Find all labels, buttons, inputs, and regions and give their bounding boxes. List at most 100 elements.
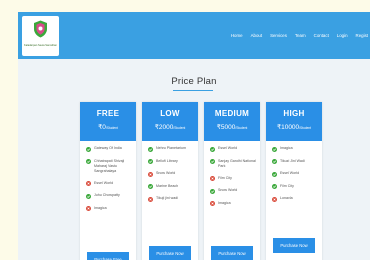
feature-text: Essel World <box>218 146 238 150</box>
plan-name: LOW <box>160 109 180 118</box>
shield-logo-icon <box>34 20 47 38</box>
cross-circle-icon <box>86 206 91 211</box>
feature-text: Imagica <box>280 146 293 150</box>
feature-item: Marine Beach <box>148 183 196 189</box>
feature-item: Film City <box>272 183 320 189</box>
feature-item: Juhu Chowpatty <box>86 193 134 199</box>
nav-link-team[interactable]: Team <box>295 33 306 38</box>
cross-circle-icon <box>148 196 153 202</box>
feature-item: Snow World <box>210 188 258 194</box>
feature-text: Gateway Of India <box>94 146 122 150</box>
feature-item: Tikuzi Jini Wadi <box>272 158 320 164</box>
feature-text: Marine Beach <box>156 183 179 188</box>
nav-link-services[interactable]: Services <box>270 33 287 38</box>
cross-circle-icon <box>86 181 91 186</box>
feature-list: Imagica Tikuzi Jini Wadi Essel World Film C… <box>272 146 320 209</box>
plan-price: ₹5000/Student <box>204 123 260 131</box>
feature-text: Essel World <box>280 171 300 175</box>
feature-text: Bellofi Library <box>156 158 178 163</box>
feature-item: Bellofi Library <box>148 158 196 164</box>
page: Kaladarpan Sewa Samsthan Home About Serv… <box>18 12 370 260</box>
cross-circle-icon <box>210 201 215 206</box>
feature-text: Imagica <box>94 205 107 210</box>
page-title: Price Plan <box>171 76 217 87</box>
feature-text: Chhatrapati Shivaji Maharaj Vastu Sangra… <box>94 158 125 173</box>
plan-name: HIGH <box>283 109 305 118</box>
feature-item: Chhatrapati Shivaji Maharaj Vastu Sangra… <box>86 159 134 174</box>
nav-links: Home About Services Team Contact Login R… <box>231 29 370 41</box>
plan-name: MEDIUM <box>214 109 250 118</box>
card-header: FREE ₹0/Student <box>80 102 136 141</box>
feature-item: Nehru Planetarium <box>148 146 196 152</box>
feature-item: Essel World <box>210 146 258 152</box>
price-value: ₹0 <box>98 124 106 131</box>
nav-link-register[interactable]: Regist <box>356 33 368 38</box>
nav-link-contact[interactable]: Contact <box>314 33 329 38</box>
plan-price: ₹0/Student <box>80 123 136 131</box>
plan-name: FREE <box>96 109 120 118</box>
check-circle-icon <box>210 188 215 194</box>
feature-text: Sanjay Gandhi National Park <box>218 158 256 168</box>
feature-text: Essel World <box>94 180 114 185</box>
cross-circle-icon <box>272 196 277 202</box>
feature-item: Imagica <box>210 200 258 206</box>
check-circle-icon <box>272 146 277 152</box>
nav-link-about[interactable]: About <box>251 33 262 38</box>
check-circle-icon <box>272 159 277 164</box>
feature-text: Film City <box>218 175 232 180</box>
price-suffix: /Student <box>299 126 312 130</box>
feature-item: Snow World <box>148 171 196 177</box>
plan-price: ₹2000/Student <box>142 123 198 131</box>
check-circle-icon <box>210 146 215 152</box>
feature-text: Snow World <box>156 171 176 175</box>
check-circle-icon <box>148 159 153 164</box>
nav-link-home[interactable]: Home <box>231 33 243 38</box>
purchase-button-low[interactable]: Purchase Now <box>149 246 191 260</box>
feature-item: Gateway Of India <box>86 146 134 152</box>
feature-item: Film City <box>210 175 258 181</box>
check-circle-icon <box>86 146 91 152</box>
price-card-medium: MEDIUM ₹5000/Student Essel World Sanjay Gan… <box>204 102 260 260</box>
feature-text: Tikuji jini wadi <box>156 196 179 200</box>
feature-text: Juhu Chowpatty <box>94 193 120 197</box>
cross-circle-icon <box>148 171 153 177</box>
purchase-button-free[interactable]: Purchase Free <box>87 252 129 260</box>
nav-link-login[interactable]: Login <box>337 33 348 38</box>
price-suffix: /Student <box>173 126 186 130</box>
price-value: ₹2000 <box>154 124 174 131</box>
title-underline <box>173 90 213 91</box>
logo[interactable]: Kaladarpan Sewa Samsthan <box>22 16 59 56</box>
purchase-button-medium[interactable]: Purchase Now <box>211 246 253 260</box>
check-circle-icon <box>272 184 277 189</box>
purchase-button-high[interactable]: Purchase Now <box>273 238 315 253</box>
cross-circle-icon <box>210 176 215 181</box>
navbar: Kaladarpan Sewa Samsthan Home About Serv… <box>18 12 370 59</box>
feature-item: Lonavla <box>272 196 320 202</box>
feature-text: Imagica <box>218 200 231 205</box>
price-value: ₹10000 <box>276 124 300 131</box>
check-circle-icon <box>148 146 153 152</box>
card-header: HIGH ₹10000/Student <box>266 102 322 141</box>
check-circle-icon <box>148 184 153 189</box>
feature-list: Gateway Of India Chhatrapati Shivaji Maha… <box>86 146 134 218</box>
logo-text: Kaladarpan Sewa Samsthan <box>24 44 57 47</box>
feature-item: Tikuji jini wadi <box>148 196 196 202</box>
feature-list: Essel World Sanjay Gandhi National Park Fi… <box>210 146 258 213</box>
price-card-high: HIGH ₹10000/Student Imagica Tikuzi Jini Wad… <box>266 102 322 260</box>
check-circle-icon <box>210 159 215 164</box>
price-card-free: FREE ₹0/Student Gateway Of India Chhatrapat… <box>80 102 136 260</box>
check-circle-icon <box>86 193 91 199</box>
feature-item: Imagica <box>272 146 320 152</box>
plan-price: ₹10000/Student <box>266 123 322 131</box>
check-circle-icon <box>86 159 91 164</box>
feature-item: Imagica <box>86 205 134 211</box>
feature-text: Film City <box>280 183 294 188</box>
feature-item: Sanjay Gandhi National Park <box>210 159 258 169</box>
feature-text: Snow World <box>218 188 238 192</box>
feature-text: Tikuzi Jini Wadi <box>280 158 305 163</box>
feature-list: Nehru Planetarium Bellofi Library Snow Wor… <box>148 146 196 209</box>
feature-text: Nehru Planetarium <box>156 146 186 150</box>
feature-item: Essel World <box>272 171 320 177</box>
feature-text: Lonavla <box>280 196 293 200</box>
feature-item: Essel World <box>86 180 134 186</box>
